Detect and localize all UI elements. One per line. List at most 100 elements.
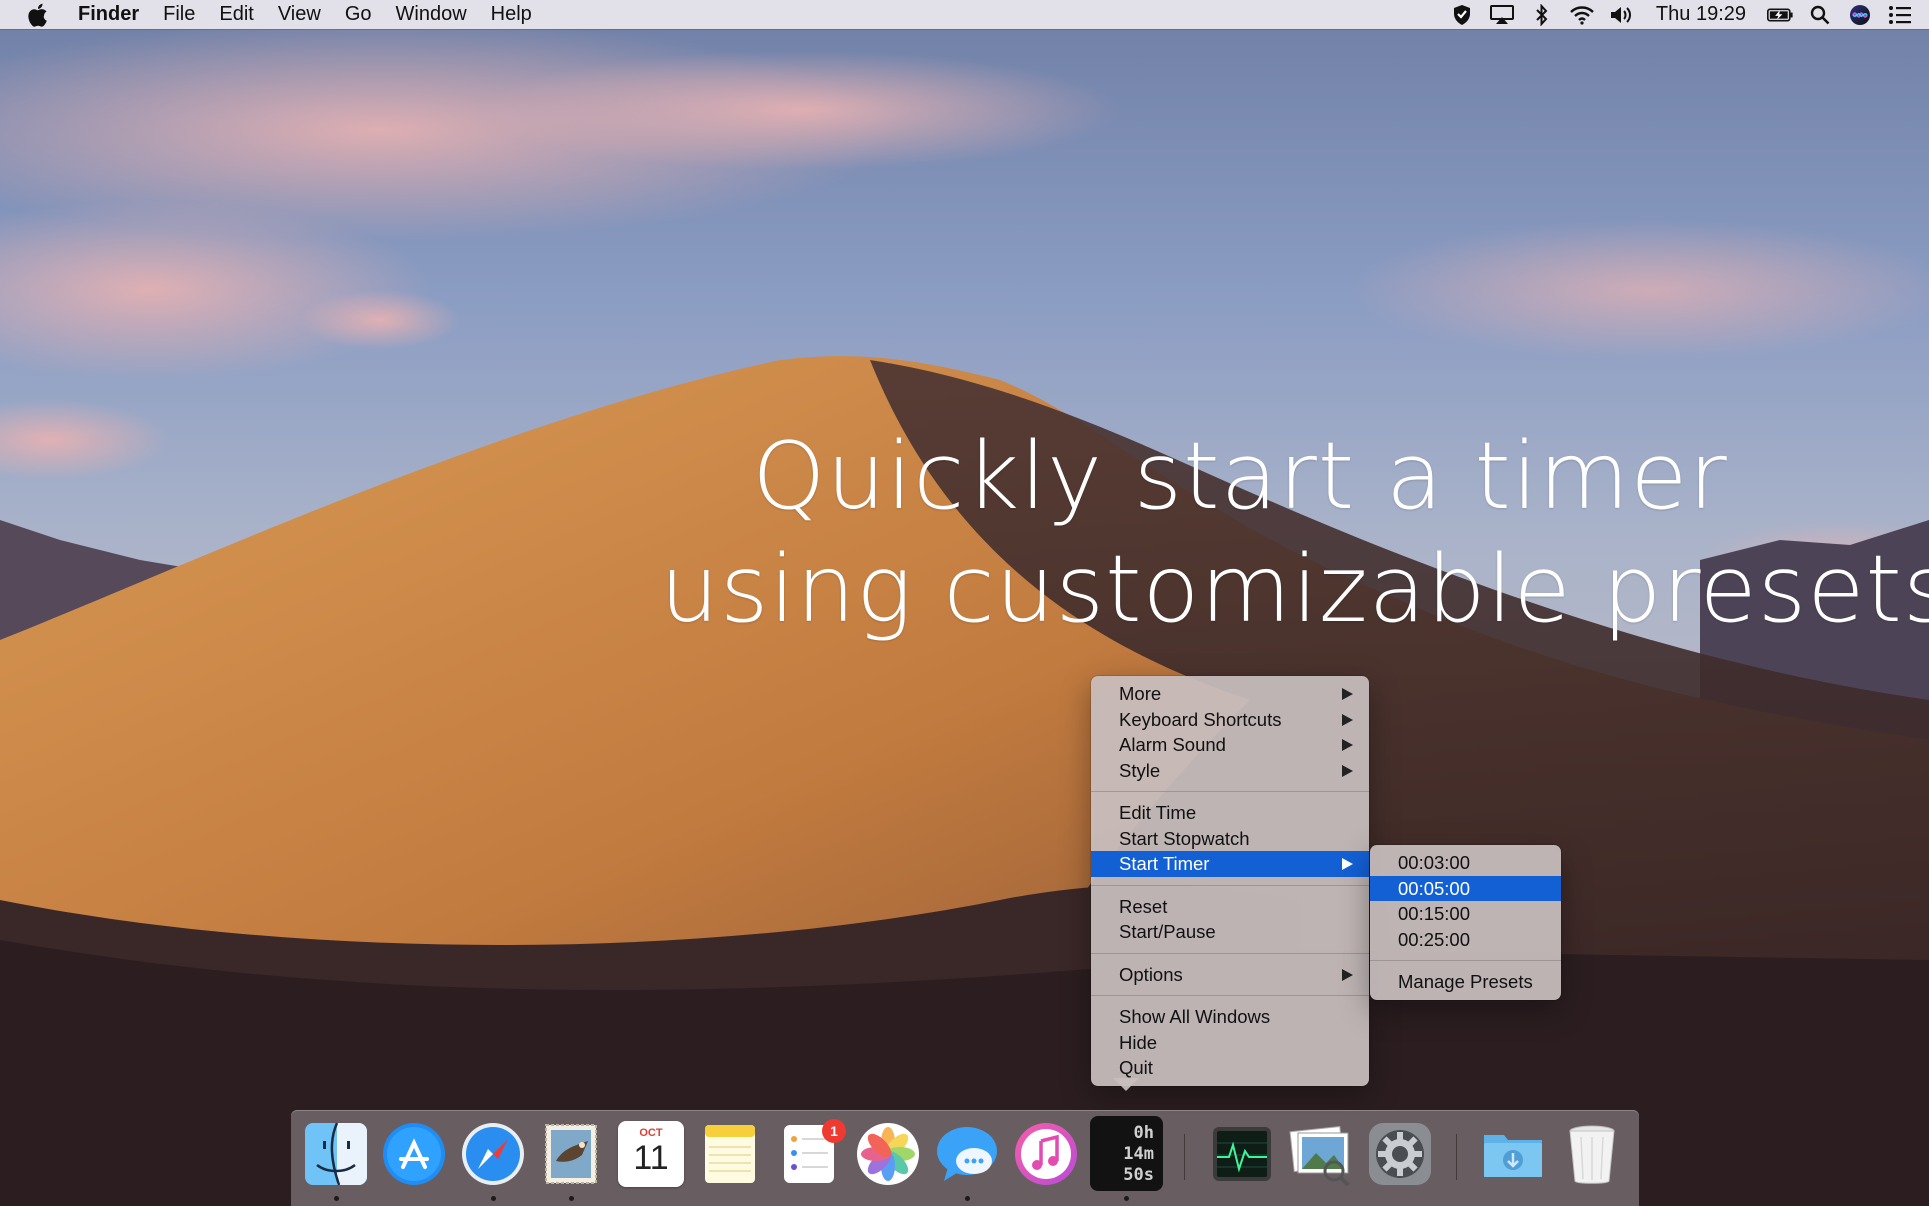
menu-item-label: Start Stopwatch xyxy=(1119,827,1250,849)
menu-separator xyxy=(1091,995,1369,996)
running-indicator xyxy=(965,1196,970,1201)
submenu-arrow-icon xyxy=(1342,688,1353,700)
apple-logo-icon[interactable] xyxy=(26,2,48,28)
dock-separator xyxy=(1184,1134,1185,1180)
menu-bar: Finder File Edit View Go Window Help Thu… xyxy=(0,0,1929,29)
menu-item-label: Quit xyxy=(1119,1057,1153,1078)
calendar-day: 11 xyxy=(633,1139,669,1177)
calendar-icon[interactable]: OCT 11 xyxy=(618,1121,684,1187)
timer-seconds: 50s xyxy=(1123,1165,1154,1185)
menu-item-label: Options xyxy=(1119,963,1183,985)
menu-separator xyxy=(1370,960,1561,961)
menu-item-label: Hide xyxy=(1119,1031,1158,1053)
wifi-icon[interactable] xyxy=(1569,4,1595,26)
menubar-clock[interactable]: Thu 19:29 xyxy=(1642,3,1760,26)
calendar-month: OCT xyxy=(639,1127,663,1139)
preset-item[interactable]: 00:25:00 xyxy=(1370,927,1561,953)
finder-icon[interactable] xyxy=(303,1121,369,1187)
timer-minutes: 14m xyxy=(1123,1144,1154,1164)
timer-dock-widget[interactable]: 0h 14m 50s xyxy=(1090,1116,1163,1191)
submenu-arrow-icon xyxy=(1342,764,1353,777)
menu-view[interactable]: View xyxy=(266,0,333,29)
preset-label: 00:05:00 xyxy=(1398,877,1471,899)
menu-item-more[interactable]: More xyxy=(1091,681,1369,707)
volume-icon[interactable] xyxy=(1609,4,1635,26)
timer-context-menu: More Keyboard Shortcuts Alarm Sound Styl… xyxy=(1091,676,1369,1086)
preset-item[interactable]: 00:15:00 xyxy=(1370,901,1561,927)
menu-item-options[interactable]: Options xyxy=(1091,962,1369,988)
app-store-icon[interactable] xyxy=(381,1121,447,1187)
trash-icon[interactable] xyxy=(1559,1121,1625,1187)
headline: Quickly start a timer using customizable… xyxy=(660,420,1929,646)
spotlight-search-icon[interactable] xyxy=(1807,4,1833,26)
menu-item-label: Style xyxy=(1119,759,1161,781)
menu-item-label: Reset xyxy=(1119,895,1168,917)
menu-item-edit-time[interactable]: Edit Time xyxy=(1091,800,1369,826)
dock-separator xyxy=(1456,1134,1457,1180)
menu-help[interactable]: Help xyxy=(479,0,544,29)
menu-separator xyxy=(1091,791,1369,792)
battery-icon[interactable] xyxy=(1767,4,1793,26)
menu-item-label: Alarm Sound xyxy=(1119,734,1226,755)
menu-window[interactable]: Window xyxy=(384,0,479,29)
headline-line-2: using customizable presets xyxy=(660,535,1929,643)
preset-label: 00:03:00 xyxy=(1398,852,1471,873)
menu-file[interactable]: File xyxy=(151,0,207,29)
start-timer-submenu: 00:03:00 00:05:00 00:15:00 00:25:00 Mana… xyxy=(1370,845,1561,1000)
menu-item-label: Edit Time xyxy=(1119,802,1197,823)
preset-item-selected[interactable]: 00:05:00 xyxy=(1370,875,1561,901)
mail-stamp-icon[interactable] xyxy=(538,1121,604,1187)
notification-center-icon[interactable] xyxy=(1887,4,1913,26)
photos-icon[interactable] xyxy=(855,1121,921,1187)
timer-hours: 0h xyxy=(1133,1123,1154,1143)
submenu-arrow-icon xyxy=(1342,968,1353,981)
bluetooth-icon[interactable] xyxy=(1529,3,1555,26)
preset-label: 00:15:00 xyxy=(1398,903,1471,924)
activity-monitor-icon[interactable] xyxy=(1209,1121,1275,1187)
running-indicator xyxy=(491,1196,496,1201)
preset-label: 00:25:00 xyxy=(1398,928,1471,950)
notes-icon[interactable] xyxy=(697,1121,763,1187)
menu-item-alarm-sound[interactable]: Alarm Sound xyxy=(1091,732,1369,758)
messages-icon[interactable] xyxy=(934,1121,1000,1187)
itunes-icon[interactable] xyxy=(1013,1121,1079,1187)
headline-line-1: Quickly start a timer xyxy=(752,422,1728,530)
menu-item-label: Start/Pause xyxy=(1119,921,1216,942)
menu-item-reset[interactable]: Reset xyxy=(1091,894,1369,920)
menu-edit[interactable]: Edit xyxy=(207,0,265,29)
menu-finder[interactable]: Finder xyxy=(66,0,151,29)
downloads-folder-icon[interactable] xyxy=(1480,1121,1546,1187)
menu-separator xyxy=(1091,884,1369,886)
menu-item-style[interactable]: Style xyxy=(1091,758,1369,784)
menu-pointer xyxy=(1113,1078,1139,1091)
submenu-arrow-icon xyxy=(1342,713,1353,726)
airplay-icon[interactable] xyxy=(1489,4,1515,26)
safari-icon[interactable] xyxy=(460,1121,526,1187)
menu-item-quit[interactable]: Quit xyxy=(1091,1055,1369,1081)
preset-item[interactable]: 00:03:00 xyxy=(1370,850,1561,876)
submenu-arrow-icon xyxy=(1342,858,1353,870)
manage-presets-item[interactable]: Manage Presets xyxy=(1370,969,1561,995)
running-indicator xyxy=(1124,1196,1129,1201)
submenu-arrow-icon xyxy=(1342,739,1353,751)
menu-item-start-pause[interactable]: Start/Pause xyxy=(1091,919,1369,945)
manage-presets-label: Manage Presets xyxy=(1398,971,1533,992)
running-indicator xyxy=(569,1196,574,1201)
shield-icon[interactable] xyxy=(1449,4,1475,26)
preview-icon[interactable] xyxy=(1288,1121,1354,1187)
menu-item-label: Start Timer xyxy=(1119,853,1210,874)
menu-item-label: Keyboard Shortcuts xyxy=(1119,708,1282,730)
menu-item-hide[interactable]: Hide xyxy=(1091,1030,1369,1056)
siri-icon[interactable] xyxy=(1847,4,1873,26)
menu-item-keyboard-shortcuts[interactable]: Keyboard Shortcuts xyxy=(1091,707,1369,733)
menu-item-start-timer[interactable]: Start Timer xyxy=(1091,851,1369,877)
menu-go[interactable]: Go xyxy=(333,0,384,29)
running-indicator xyxy=(334,1196,339,1201)
menu-separator xyxy=(1091,952,1369,954)
menu-item-show-all-windows[interactable]: Show All Windows xyxy=(1091,1004,1369,1030)
menu-item-label: Show All Windows xyxy=(1119,1006,1271,1027)
menu-item-start-stopwatch[interactable]: Start Stopwatch xyxy=(1091,826,1369,852)
reminders-badge: 1 xyxy=(822,1119,846,1143)
menu-item-label: More xyxy=(1119,683,1162,704)
system-preferences-icon[interactable] xyxy=(1367,1121,1433,1187)
